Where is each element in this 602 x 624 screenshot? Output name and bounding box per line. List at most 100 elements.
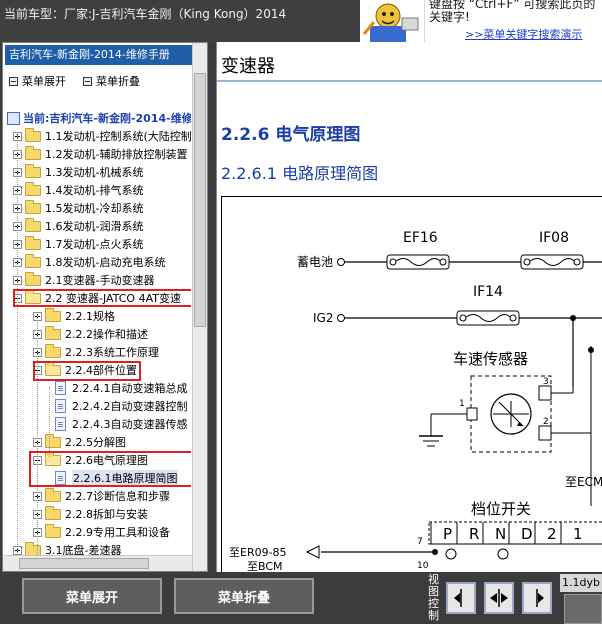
fuse-if14-label: IF14 (473, 284, 503, 300)
gear-switch-label: 档位开关 (471, 500, 531, 518)
tree-item-label: 2.1变速器-手动变速器 (45, 274, 155, 287)
top-bar: 当前车型：厂家:J-吉利汽车金刚（King Kong）2014 键盘按 “Ctr… (0, 0, 602, 42)
tree-item-label: 2.2.4.3自动变速器传感 (72, 418, 188, 431)
document-icon (55, 399, 66, 413)
chapter-tree: 当前:吉利汽车-新金刚-2014-维修手册 1.1发动机-控制系统(大陆控制 1.… (3, 103, 191, 571)
to-er09-label: 至ER09-85 (229, 546, 287, 559)
tree-folder-item[interactable]: 1.6发动机-润滑系统 (13, 217, 143, 235)
tree-folder-item[interactable]: 2.2.1规格 (33, 307, 115, 325)
mascot-image (360, 0, 424, 42)
folder-icon (25, 235, 41, 250)
book-icon (7, 111, 20, 125)
tree-item-label: 2.2.5分解图 (65, 436, 126, 449)
tree-page-item[interactable]: 2.2.4.2自动变速器控制 (55, 397, 187, 415)
expand-menu-button[interactable]: 菜单展开 (22, 578, 162, 614)
tree-connector (17, 135, 18, 571)
folder-icon (25, 199, 41, 214)
collapse-menu-link[interactable]: 菜单折叠 (83, 73, 140, 89)
view-right-button[interactable] (522, 582, 552, 614)
tree-item-label: 1.5发动机-冷却系统 (45, 202, 144, 215)
fuse-if08-label: IF08 (539, 230, 569, 246)
tree-connector (49, 387, 50, 457)
speed-sensor-label: 车速传感器 (453, 350, 528, 368)
tree-folder-item[interactable]: 2.2.6电气原理图 (33, 451, 148, 469)
folder-icon (25, 163, 41, 178)
tree-folder-item[interactable]: 1.7发动机-点火系统 (13, 235, 143, 253)
tree-folder-item[interactable]: 2.2.5分解图 (33, 433, 126, 451)
current-car-model: 当前车型：厂家:J-吉利汽车金刚（King Kong）2014 (4, 7, 287, 21)
tree-folder-item[interactable]: 1.2发动机-辅助排放控制装置 (13, 145, 187, 163)
tree-folder-item[interactable]: 2.2.3系统工作原理 (33, 343, 159, 361)
battery-label: 蓄电池 (297, 255, 333, 269)
section-heading: 2.2.6 电气原理图 (221, 125, 361, 145)
document-viewer: 变速器 2.2.6 电气原理图 2.2.6.1 电路原理简图 EF16 IF08… (216, 42, 602, 572)
folder-icon (25, 145, 41, 160)
tree-item-label: 2.2.6电气原理图 (65, 454, 148, 467)
tree-item-label: 1.6发动机-润滑系统 (45, 220, 144, 233)
open-folder-icon (25, 289, 41, 304)
tree-item-label: 2.2.1规格 (65, 310, 115, 323)
tree-vertical-scroll-thumb[interactable] (194, 73, 206, 327)
tree-page-item[interactable]: 2.2.4.3自动变速器传感 (55, 415, 187, 433)
sensor-pin-3: 3 (543, 377, 549, 387)
search-demo-link[interactable]: >>菜单关键字搜索演示 (465, 26, 582, 42)
tree-folder-item[interactable]: 2.2.7诊断信息和步骤 (33, 487, 170, 505)
collapse-menu-button[interactable]: 菜单折叠 (174, 578, 314, 614)
arrow-right-icon (536, 589, 544, 607)
folder-icon (25, 253, 41, 268)
tree-connector (37, 315, 38, 571)
gear-pin-10: 10 (417, 561, 429, 571)
tree-toolbar: 菜单展开 菜单折叠 (7, 71, 205, 89)
tree-folder-item[interactable]: 2.2 变速器-JATCO 4AT变速 (13, 289, 181, 307)
expand-menu-label: 菜单展开 (22, 75, 66, 88)
folder-icon (45, 343, 61, 358)
tree-item-label: 2.2.8拆卸与安装 (65, 508, 148, 521)
manual-tree-panel: 吉利汽车-新金刚-2014-维修手册 菜单展开 菜单折叠 当前:吉利汽车-新金刚… (2, 42, 208, 572)
tree-folder-item[interactable]: 1.8发动机-启动充电系统 (13, 253, 165, 271)
view-both-button[interactable] (484, 582, 514, 614)
view-left-button[interactable] (446, 582, 476, 614)
tree-folder-item[interactable]: 2.2.2操作和描述 (33, 325, 148, 343)
tree-folder-item[interactable]: 2.2.9专用工具和设备 (33, 523, 170, 541)
tree-page-item[interactable]: 2.2.4.1自动变速箱总成 (55, 379, 187, 397)
gear-position-label: 2 (547, 525, 557, 543)
status-text: 1.1dyb (560, 574, 602, 592)
arrows-both-icon (490, 589, 508, 607)
tree-folder-item[interactable]: 1.3发动机-机械系统 (13, 163, 143, 181)
folder-icon (25, 181, 41, 196)
tree-folder-item[interactable]: 1.4发动机-排气系统 (13, 181, 143, 199)
to-bcm-label: 至BCM (247, 560, 283, 572)
tree-folder-item[interactable]: 2.1变速器-手动变速器 (13, 271, 154, 289)
tree-vertical-scrollbar[interactable] (192, 43, 207, 571)
folder-icon (25, 127, 41, 142)
tree-page-item[interactable]: 2.2.6.1电路原理简图 (55, 469, 179, 487)
tree-item-label: 2.2.4.2自动变速器控制 (72, 400, 188, 413)
collapse-icon (83, 76, 92, 86)
title-divider (217, 80, 602, 82)
folder-icon (45, 307, 61, 322)
tree-horizontal-scrollbar[interactable] (3, 555, 192, 571)
open-folder-icon (45, 361, 61, 376)
tree-item-label: 2.2.6.1电路原理简图 (72, 470, 179, 486)
tree-item-label: 1.2发动机-辅助排放控制装置 (45, 148, 188, 161)
expand-menu-link[interactable]: 菜单展开 (9, 73, 66, 89)
tree-folder-item[interactable]: 1.5发动机-冷却系统 (13, 199, 143, 217)
corner-button[interactable] (564, 594, 602, 624)
tree-folder-item[interactable]: 1.1发动机-控制系统(大陆控制 (13, 127, 191, 145)
gear-position-label: 1 (573, 525, 583, 543)
arrow-left-icon (454, 589, 462, 607)
subsection-heading: 2.2.6.1 电路原理简图 (221, 164, 379, 183)
collapse-menu-label: 菜单折叠 (96, 75, 140, 88)
tree-item-label: 1.1发动机-控制系统(大陆控制 (45, 130, 191, 143)
tree-item-label: 1.8发动机-启动充电系统 (45, 256, 166, 269)
tree-folder-item[interactable]: 2.2.8拆卸与安装 (33, 505, 148, 523)
tree-item-label: 2.2.7诊断信息和步骤 (65, 490, 170, 503)
sensor-pin-1: 1 (459, 399, 465, 409)
tree-horizontal-scroll-thumb[interactable] (19, 558, 149, 569)
tree-item-label: 2.2.2操作和描述 (65, 328, 148, 341)
search-hint-text: 键盘按 “Ctrl+F” 可搜索此页的关键字! (429, 0, 596, 24)
keyboard-search-hint: 键盘按 “Ctrl+F” 可搜索此页的关键字! >>菜单关键字搜索演示 (424, 0, 602, 42)
tree-root[interactable]: 当前:吉利汽车-新金刚-2014-维修手册 (7, 109, 191, 127)
tree-folder-item[interactable]: 2.2.4部件位置 (33, 361, 137, 379)
sensor-pin-2: 2 (543, 417, 549, 427)
